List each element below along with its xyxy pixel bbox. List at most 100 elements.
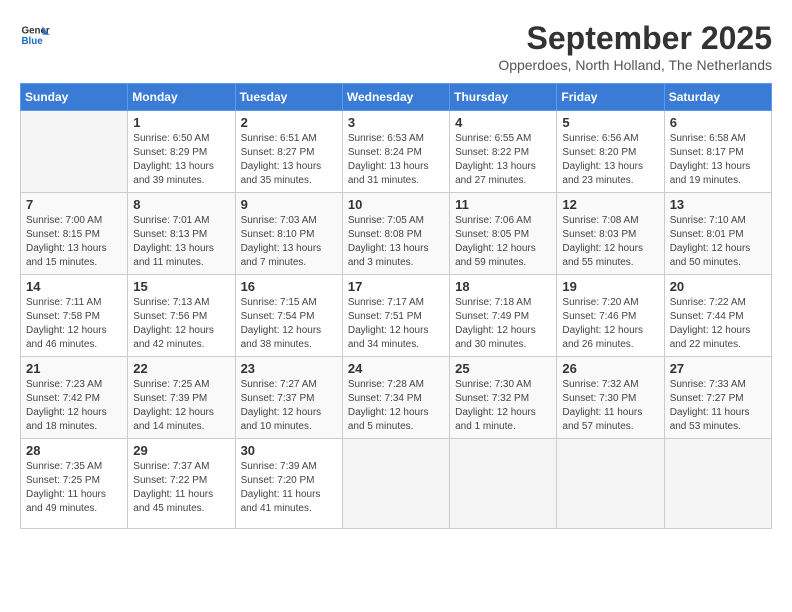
calendar-cell: 20 Sunrise: 7:22 AMSunset: 7:44 PMDayligh… [664,275,771,357]
day-number: 11 [455,197,551,212]
day-number: 7 [26,197,122,212]
logo-icon: General Blue [20,20,50,50]
calendar-cell: 14Sunrise: 7:11 AMSunset: 7:58 PMDayligh… [21,275,128,357]
day-number: 17 [348,279,444,294]
day-number: 16 [241,279,337,294]
calendar-week-4: 21 Sunrise: 7:23 AMSunset: 7:42 PMDayligh… [21,357,772,439]
day-number: 10 [348,197,444,212]
calendar-week-5: 28Sunrise: 7:35 AMSunset: 7:25 PMDayligh… [21,439,772,529]
calendar-cell: 21 Sunrise: 7:23 AMSunset: 7:42 PMDayligh… [21,357,128,439]
day-info: Sunrise: 7:00 AMSunset: 8:15 PMDaylight:… [26,214,122,270]
page-header: General Blue September 2025 Opperdoes, N… [20,20,772,73]
day-header-sunday: Sunday [21,84,128,111]
day-number: 24 [348,361,444,376]
day-number: 4 [455,115,551,130]
day-number: 25 [455,361,551,376]
day-info: Sunrise: 7:15 AMSunset: 7:54 PMDaylight:… [241,296,337,352]
day-number: 19 [562,279,658,294]
day-header-tuesday: Tuesday [235,84,342,111]
calendar-cell: 18Sunrise: 7:18 AMSunset: 7:49 PMDayligh… [450,275,557,357]
calendar-cell: 29 Sunrise: 7:37 AMSunset: 7:22 PMDayligh… [128,439,235,529]
day-number: 27 [670,361,766,376]
day-info: Sunrise: 7:01 AMSunset: 8:13 PMDaylight:… [133,214,229,270]
calendar-week-2: 7 Sunrise: 7:00 AMSunset: 8:15 PMDaylight… [21,193,772,275]
day-header-wednesday: Wednesday [342,84,449,111]
day-header-friday: Friday [557,84,664,111]
calendar-cell [21,111,128,193]
day-info: Sunrise: 7:37 AMSunset: 7:22 PMDaylight:… [133,460,229,516]
day-info: Sunrise: 7:33 AMSunset: 7:27 PMDaylight:… [670,378,766,434]
calendar-cell: 19Sunrise: 7:20 AMSunset: 7:46 PMDayligh… [557,275,664,357]
day-info: Sunrise: 7:23 AMSunset: 7:42 PMDaylight:… [26,378,122,434]
calendar-body: 1 Sunrise: 6:50 AMSunset: 8:29 PMDaylight… [21,111,772,529]
day-number: 8 [133,197,229,212]
day-info: Sunrise: 7:08 AMSunset: 8:03 PMDaylight:… [562,214,658,270]
day-info: Sunrise: 7:17 AMSunset: 7:51 PMDaylight:… [348,296,444,352]
calendar-week-3: 14Sunrise: 7:11 AMSunset: 7:58 PMDayligh… [21,275,772,357]
day-info: Sunrise: 7:05 AMSunset: 8:08 PMDaylight:… [348,214,444,270]
calendar-cell: 17 Sunrise: 7:17 AMSunset: 7:51 PMDayligh… [342,275,449,357]
calendar-cell: 7 Sunrise: 7:00 AMSunset: 8:15 PMDaylight… [21,193,128,275]
day-header-saturday: Saturday [664,84,771,111]
day-number: 23 [241,361,337,376]
day-info: Sunrise: 7:39 AMSunset: 7:20 PMDaylight:… [241,460,337,516]
calendar-cell [664,439,771,529]
calendar-cell: 5 Sunrise: 6:56 AMSunset: 8:20 PMDaylight… [557,111,664,193]
day-number: 13 [670,197,766,212]
title-block: September 2025 Opperdoes, North Holland,… [498,20,772,73]
day-info: Sunrise: 6:50 AMSunset: 8:29 PMDaylight:… [133,132,229,188]
day-info: Sunrise: 7:03 AMSunset: 8:10 PMDaylight:… [241,214,337,270]
calendar-cell: 8 Sunrise: 7:01 AMSunset: 8:13 PMDaylight… [128,193,235,275]
calendar-cell: 26Sunrise: 7:32 AMSunset: 7:30 PMDayligh… [557,357,664,439]
day-info: Sunrise: 7:11 AMSunset: 7:58 PMDaylight:… [26,296,122,352]
location-subtitle: Opperdoes, North Holland, The Netherland… [498,57,772,73]
day-info: Sunrise: 7:06 AMSunset: 8:05 PMDaylight:… [455,214,551,270]
day-info: Sunrise: 7:22 AMSunset: 7:44 PMDaylight:… [670,296,766,352]
day-info: Sunrise: 6:56 AMSunset: 8:20 PMDaylight:… [562,132,658,188]
calendar-cell: 13 Sunrise: 7:10 AMSunset: 8:01 PMDayligh… [664,193,771,275]
day-number: 26 [562,361,658,376]
day-header-thursday: Thursday [450,84,557,111]
calendar-header-row: SundayMondayTuesdayWednesdayThursdayFrid… [21,84,772,111]
day-info: Sunrise: 7:35 AMSunset: 7:25 PMDaylight:… [26,460,122,516]
calendar-cell: 16 Sunrise: 7:15 AMSunset: 7:54 PMDayligh… [235,275,342,357]
day-info: Sunrise: 6:55 AMSunset: 8:22 PMDaylight:… [455,132,551,188]
calendar-cell: 15 Sunrise: 7:13 AMSunset: 7:56 PMDayligh… [128,275,235,357]
day-number: 22 [133,361,229,376]
calendar-cell [450,439,557,529]
day-number: 9 [241,197,337,212]
calendar-cell: 27 Sunrise: 7:33 AMSunset: 7:27 PMDayligh… [664,357,771,439]
day-number: 29 [133,443,229,458]
logo: General Blue [20,20,50,50]
calendar-cell: 24Sunrise: 7:28 AMSunset: 7:34 PMDayligh… [342,357,449,439]
calendar-cell: 23 Sunrise: 7:27 AMSunset: 7:37 PMDayligh… [235,357,342,439]
day-number: 12 [562,197,658,212]
day-info: Sunrise: 6:53 AMSunset: 8:24 PMDaylight:… [348,132,444,188]
day-info: Sunrise: 7:27 AMSunset: 7:37 PMDaylight:… [241,378,337,434]
calendar-table: SundayMondayTuesdayWednesdayThursdayFrid… [20,83,772,529]
day-number: 1 [133,115,229,130]
day-number: 15 [133,279,229,294]
day-number: 3 [348,115,444,130]
day-info: Sunrise: 7:13 AMSunset: 7:56 PMDaylight:… [133,296,229,352]
day-number: 20 [670,279,766,294]
svg-text:Blue: Blue [22,36,44,47]
day-number: 21 [26,361,122,376]
calendar-cell: 22 Sunrise: 7:25 AMSunset: 7:39 PMDayligh… [128,357,235,439]
day-info: Sunrise: 7:25 AMSunset: 7:39 PMDaylight:… [133,378,229,434]
day-header-monday: Monday [128,84,235,111]
calendar-cell: 30Sunrise: 7:39 AMSunset: 7:20 PMDayligh… [235,439,342,529]
day-number: 6 [670,115,766,130]
day-number: 5 [562,115,658,130]
calendar-cell: 1 Sunrise: 6:50 AMSunset: 8:29 PMDaylight… [128,111,235,193]
calendar-cell: 28Sunrise: 7:35 AMSunset: 7:25 PMDayligh… [21,439,128,529]
calendar-cell: 3 Sunrise: 6:53 AMSunset: 8:24 PMDaylight… [342,111,449,193]
calendar-week-1: 1 Sunrise: 6:50 AMSunset: 8:29 PMDaylight… [21,111,772,193]
day-info: Sunrise: 7:30 AMSunset: 7:32 PMDaylight:… [455,378,551,434]
month-title: September 2025 [498,20,772,57]
day-info: Sunrise: 7:10 AMSunset: 8:01 PMDaylight:… [670,214,766,270]
day-info: Sunrise: 6:51 AMSunset: 8:27 PMDaylight:… [241,132,337,188]
calendar-cell: 25 Sunrise: 7:30 AMSunset: 7:32 PMDayligh… [450,357,557,439]
calendar-cell [342,439,449,529]
calendar-cell: 9 Sunrise: 7:03 AMSunset: 8:10 PMDaylight… [235,193,342,275]
